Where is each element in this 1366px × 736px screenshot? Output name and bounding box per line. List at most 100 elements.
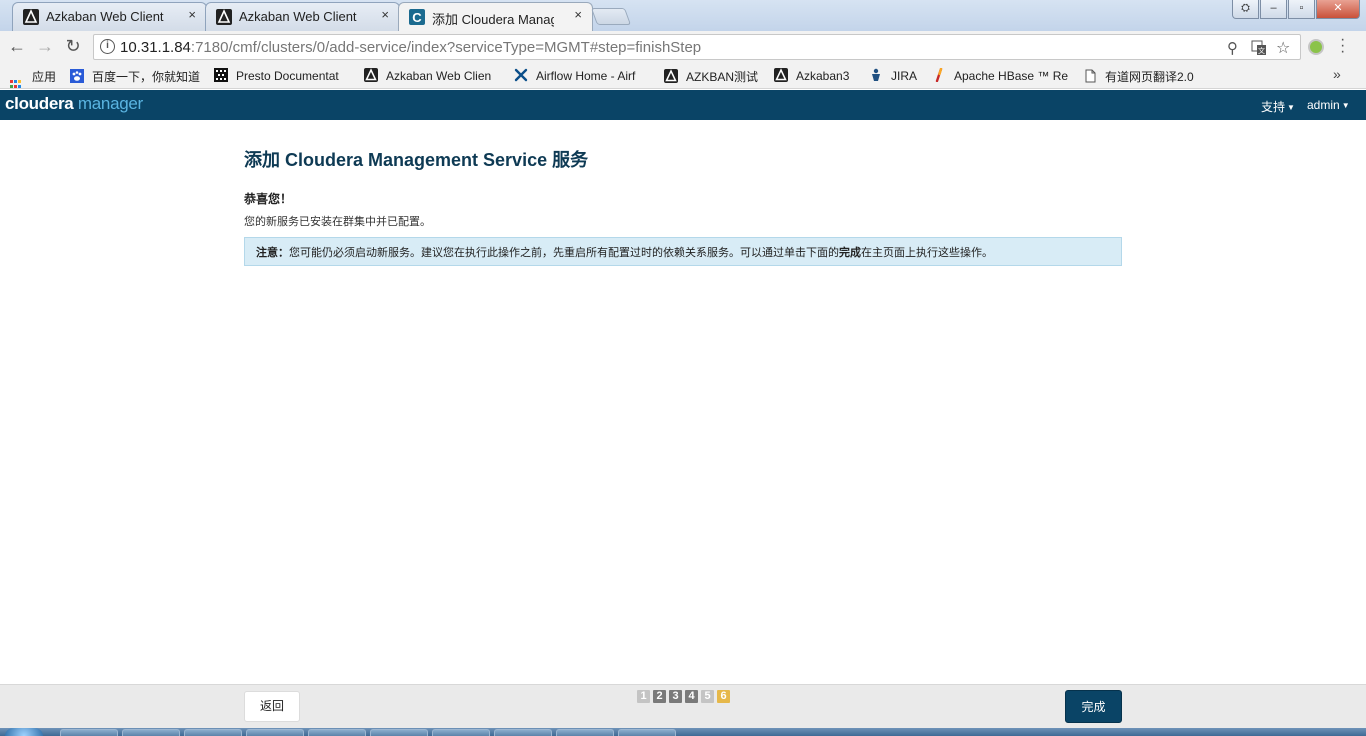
reload-icon[interactable]: ↻	[62, 36, 84, 57]
bookmarks-bar: 应用 百度一下，你就知道 Presto Documentat Azkaban W…	[0, 63, 1366, 93]
bookmarks-overflow-icon[interactable]: »	[1333, 66, 1341, 82]
browser-tab[interactable]: Azkaban Web Client ×	[12, 2, 207, 31]
page-title: 添加 Cloudera Management Service 服务	[244, 150, 589, 170]
back-arrow-icon[interactable]: ←	[6, 36, 28, 57]
zoom-icon[interactable]: ⚲	[1227, 39, 1238, 57]
step-6[interactable]: 6	[717, 690, 730, 703]
bookmark-label: 有道网页翻译2.0	[1105, 70, 1194, 84]
translate-icon[interactable]: 文	[1251, 40, 1267, 56]
tab-label: 添加 Cloudera Manage	[432, 12, 554, 27]
hbase-icon	[935, 68, 943, 82]
chevron-down-icon: ▼	[1287, 103, 1295, 112]
start-button[interactable]	[5, 728, 43, 736]
window-controls: ⛭ ‒ ▫ ✕	[1231, 0, 1360, 20]
forward-arrow-icon[interactable]: →	[34, 36, 56, 57]
window-close-button[interactable]: ✕	[1316, 0, 1360, 19]
close-icon[interactable]: ×	[381, 7, 389, 22]
user-menu[interactable]: admin ▼	[1307, 98, 1350, 112]
taskbar-item[interactable]	[308, 729, 366, 736]
congrats-heading: 恭喜您！	[244, 192, 293, 206]
bookmark-item[interactable]: Airflow Home - Airf	[514, 68, 635, 83]
extension-icon[interactable]	[1308, 39, 1324, 55]
taskbar-item[interactable]	[432, 729, 490, 736]
bookmark-item[interactable]: AZKBAN测试	[664, 68, 758, 85]
azkaban-icon	[664, 69, 678, 83]
azkaban-icon	[774, 68, 788, 82]
notice-bold-text: 完成	[839, 247, 861, 259]
browser-tab-active[interactable]: C 添加 Cloudera Manage ×	[398, 2, 593, 31]
browser-menu-icon[interactable]: · · ·	[1340, 32, 1345, 60]
bookmark-item[interactable]: 百度一下，你就知道	[70, 68, 200, 85]
taskbar-item[interactable]	[494, 729, 552, 736]
taskbar-item[interactable]	[246, 729, 304, 736]
presto-icon	[214, 68, 228, 82]
bookmark-item[interactable]: Azkaban Web Clien	[364, 68, 491, 83]
step-indicator: 1 2 3 4 5 6	[637, 690, 733, 703]
logo-main: cloudera	[5, 94, 74, 113]
step-1[interactable]: 1	[637, 690, 650, 703]
azkaban-icon	[23, 9, 39, 25]
back-button[interactable]: 返回	[244, 691, 300, 722]
chevron-down-icon: ▼	[1341, 101, 1350, 110]
step-4[interactable]: 4	[685, 690, 698, 703]
bookmark-label: Azkaban3	[796, 69, 850, 83]
step-5[interactable]: 5	[701, 690, 714, 703]
main-content: 添加 Cloudera Management Service 服务 恭喜您！ 您…	[244, 146, 1122, 266]
svg-text:C: C	[412, 10, 422, 25]
support-menu[interactable]: 支持 ▼	[1261, 98, 1295, 115]
taskbar-item[interactable]	[184, 729, 242, 736]
page-icon	[1085, 69, 1096, 83]
bookmark-item[interactable]: Presto Documentat	[214, 68, 339, 83]
url-text[interactable]: 10.31.1.84:7180/cmf/clusters/0/add-servi…	[120, 39, 701, 56]
bookmark-label: Airflow Home - Airf	[536, 69, 636, 83]
bookmark-item[interactable]: 有道网页翻译2.0	[1083, 68, 1194, 85]
bookmark-label: Presto Documentat	[236, 69, 339, 83]
bookmark-label: JIRA	[891, 69, 918, 83]
taskbar-item[interactable]	[122, 729, 180, 736]
tab-label: Azkaban Web Client	[239, 9, 357, 24]
cloudera-c-icon: C	[409, 9, 425, 25]
browser-tab-strip: Azkaban Web Client × Azkaban Web Client …	[0, 0, 1366, 31]
notice-label: 注意：	[256, 247, 289, 259]
bookmark-item[interactable]: JIRA	[869, 68, 917, 83]
taskbar-item[interactable]	[556, 729, 614, 736]
app-header: cloudera manager 支持 ▼ admin ▼	[0, 90, 1366, 120]
address-bar[interactable]: i 10.31.1.84:7180/cmf/clusters/0/add-ser…	[93, 34, 1301, 60]
svg-text:文: 文	[1258, 46, 1265, 55]
os-taskbar	[0, 728, 1366, 736]
bookmark-item[interactable]: Azkaban3	[774, 68, 849, 83]
support-label: 支持	[1261, 100, 1286, 114]
taskbar-item[interactable]	[370, 729, 428, 736]
finish-button[interactable]: 完成	[1065, 690, 1122, 723]
browser-toolbar: ← → ↻ i 10.31.1.84:7180/cmf/clusters/0/a…	[0, 31, 1366, 63]
step-3[interactable]: 3	[669, 690, 682, 703]
user-label: admin	[1307, 98, 1340, 112]
tab-label: Azkaban Web Client	[46, 9, 164, 24]
taskbar-item[interactable]	[618, 729, 676, 736]
url-path: :7180/cmf/clusters/0/add-service/index?s…	[190, 39, 702, 56]
bookmark-label: 百度一下，你就知道	[92, 70, 201, 84]
minimize-button[interactable]: ‒	[1260, 0, 1287, 19]
step-2[interactable]: 2	[653, 690, 666, 703]
taskbar-item[interactable]	[60, 729, 118, 736]
new-tab-button[interactable]	[590, 8, 632, 25]
maximize-button[interactable]: ▫	[1288, 0, 1315, 19]
notice-alert: 注意：您可能仍必须启动新服务。建议您在执行此操作之前，先重启所有配置过时的依赖关…	[244, 237, 1122, 266]
baidu-paw-icon	[70, 69, 84, 83]
notice-text: 您可能仍必须启动新服务。建议您在执行此操作之前，先重启所有配置过时的依赖关系服务…	[289, 247, 839, 259]
browser-tab[interactable]: Azkaban Web Client ×	[205, 2, 400, 31]
notice-text-end: 在主页面上执行这些操作。	[861, 247, 993, 259]
bookmark-label: Apache HBase ™ Re	[954, 69, 1069, 83]
airflow-icon	[514, 68, 528, 82]
cloudera-manager-logo[interactable]: cloudera manager	[5, 94, 143, 114]
azkaban-icon	[364, 68, 378, 82]
bookmark-item[interactable]: Apache HBase ™ Re	[932, 68, 1068, 83]
bookmark-star-icon[interactable]: ☆	[1276, 38, 1290, 58]
jira-icon	[872, 68, 880, 81]
info-icon[interactable]: i	[100, 39, 115, 54]
bookmark-label: 应用	[32, 70, 57, 84]
close-icon[interactable]: ×	[574, 7, 582, 22]
url-host: 10.31.1.84	[120, 39, 191, 56]
close-icon[interactable]: ×	[188, 7, 196, 22]
user-profile-icon[interactable]: ⛭	[1232, 0, 1259, 19]
